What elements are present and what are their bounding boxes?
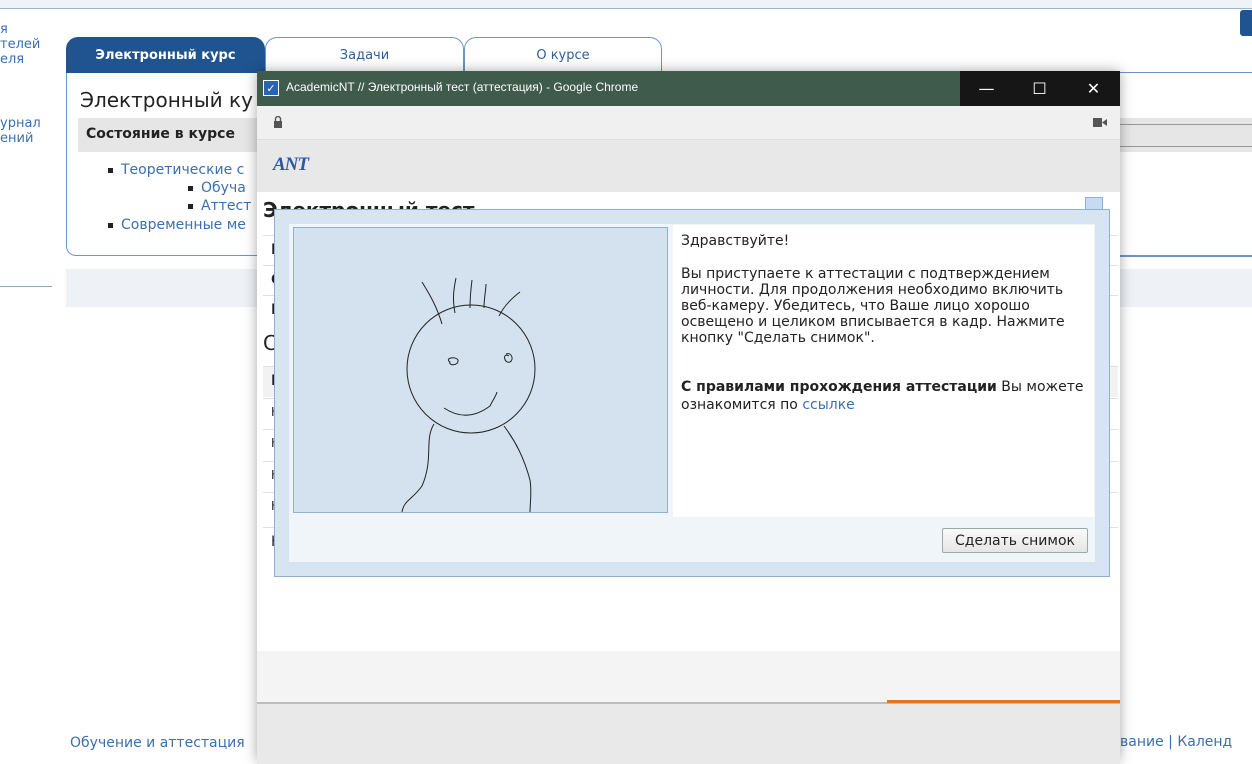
window-title: AcademicNT // Электронный тест (аттестац… (286, 80, 639, 94)
footer-link[interactable]: Обучение и аттестация (70, 735, 245, 751)
video-camera-icon[interactable] (1093, 118, 1107, 127)
window-controls: — ☐ ✕ (960, 71, 1120, 106)
greeting-text: Здравствуйте! (681, 233, 790, 249)
state-label: Состояние в курсе (86, 126, 235, 142)
divider (1120, 124, 1252, 125)
divider (1120, 146, 1252, 147)
bullet-icon (188, 185, 193, 191)
ant-logo[interactable]: ANT (273, 154, 309, 176)
chrome-popup-window: ✓ AcademicNT // Электронный тест (аттест… (257, 71, 1120, 764)
rules-link[interactable]: ссылке (802, 397, 854, 413)
minimize-icon[interactable]: — (960, 71, 1013, 106)
divider (0, 286, 52, 287)
progress-line (887, 700, 1120, 703)
bottom-band (257, 651, 1120, 702)
take-photo-button[interactable]: Сделать снимок (942, 528, 1088, 553)
rules-bold: С правилами прохождения аттестации (681, 379, 997, 395)
page-top-border (0, 0, 1252, 9)
rules-text: С правилами прохождения аттестации Вы мо… (681, 378, 1093, 414)
tree-item[interactable]: Теоретические с (108, 162, 244, 178)
status-bar (257, 702, 1120, 764)
address-bar (257, 106, 1120, 140)
app-header (257, 140, 1120, 193)
face-drawing (401, 277, 536, 513)
tab-tasks[interactable]: Задачи (265, 37, 464, 73)
tree-item[interactable]: Обуча (188, 180, 246, 196)
maximize-icon[interactable]: ☐ (1013, 71, 1066, 106)
left-nav-item[interactable]: урнал ений (0, 116, 41, 146)
instructions-text: Вы приступаете к аттестации с подтвержде… (681, 266, 1065, 346)
tab-electronic-course[interactable]: Электронный курс (66, 37, 265, 73)
tree-item[interactable]: Аттест (188, 198, 251, 214)
close-icon[interactable]: ✕ (1067, 71, 1120, 106)
tab-about-course[interactable]: О курсе (464, 37, 662, 73)
bullet-icon (188, 203, 193, 209)
tree-item[interactable]: Современные ме (108, 217, 246, 233)
camera-preview (293, 227, 668, 513)
side-button[interactable] (1240, 10, 1252, 36)
bullet-icon (108, 222, 113, 228)
window-titlebar[interactable]: ✓ AcademicNT // Электронный тест (аттест… (257, 71, 1120, 106)
bullet-icon (108, 167, 113, 173)
checkbox-icon: ✓ (263, 80, 279, 96)
course-heading: Электронный ку (80, 88, 253, 112)
left-nav-item[interactable]: я телей еля (0, 22, 40, 67)
divider (1120, 256, 1252, 257)
lock-icon (274, 116, 282, 128)
